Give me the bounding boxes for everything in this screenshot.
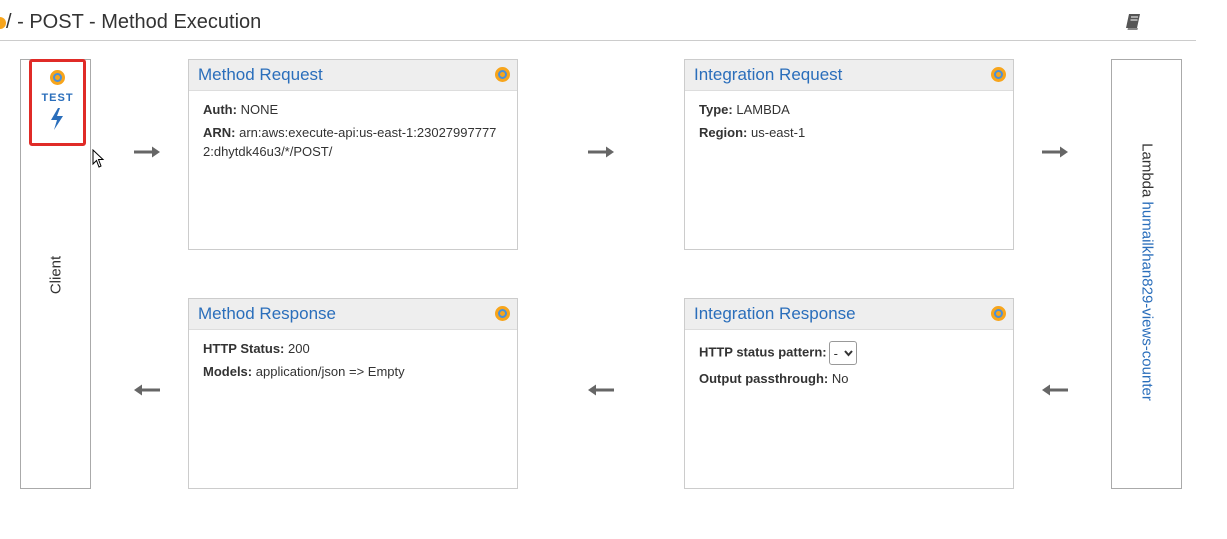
arn-label: ARN: [203,125,236,140]
test-button-label: TEST [41,92,74,104]
method-dot-icon [50,70,65,85]
integration-request-link[interactable]: Integration Request [694,65,842,85]
arrow-left-icon [134,384,160,396]
mouse-cursor-icon [92,149,105,168]
integration-response-card: Integration Response HTTP status pattern… [684,298,1014,489]
page-header: / - POST - Method Execution [0,8,1196,41]
chevron-down-icon [843,350,853,357]
integration-request-card: Integration Request Type: LAMBDA Region:… [684,59,1014,250]
lambda-label: Lambda humailkhan829-views-counter [1139,143,1156,401]
lambda-function-link[interactable]: humailkhan829-views-counter [1139,202,1156,401]
lightning-bolt-icon [51,108,63,130]
auth-value: NONE [240,102,279,117]
http-status-pattern-label: HTTP status pattern: [699,344,827,360]
method-response-link[interactable]: Method Response [198,304,336,324]
integration-response-header: Integration Response [685,299,1013,330]
method-response-card: Method Response HTTP Status: 200 Models:… [188,298,518,489]
arrow-right-icon [1042,146,1068,158]
http-status-label: HTTP Status: [203,341,285,356]
integration-request-header: Integration Request [685,60,1013,91]
models-label: Models: [203,364,253,379]
region-value: us-east-1 [751,125,806,140]
lambda-panel: Lambda humailkhan829-views-counter [1111,59,1182,489]
book-icon[interactable] [1124,12,1142,32]
arn-value: arn:aws:execute-api:us-east-1:2302799777… [203,125,497,159]
status-dot-icon [495,67,510,82]
page-title: / - POST - Method Execution [6,11,262,33]
test-button[interactable]: TEST [29,59,86,146]
method-response-header: Method Response [189,299,517,330]
status-dot-icon [495,306,510,321]
client-label: Client [47,255,65,295]
type-value: LAMBDA [736,102,790,117]
arrow-right-icon [134,146,160,158]
output-passthrough-label: Output passthrough: [699,371,829,386]
method-request-header: Method Request [189,60,517,91]
output-passthrough-value: No [831,371,849,386]
type-label: Type: [699,102,733,117]
integration-response-link[interactable]: Integration Response [694,304,856,324]
lambda-prefix: Lambda [1138,143,1156,198]
status-dot-icon [991,67,1006,82]
arrow-left-icon [1042,384,1068,396]
status-dot-icon [991,306,1006,321]
http-status-pattern-value: - [833,346,838,361]
region-label: Region: [699,125,748,140]
http-status-pattern-select[interactable]: - [828,341,857,365]
auth-label: Auth: [203,102,237,117]
http-status-value: 200 [288,341,310,356]
method-request-card: Method Request Auth: NONE ARN: arn:aws:e… [188,59,518,250]
arrow-right-icon [588,146,614,158]
arrow-left-icon [588,384,614,396]
method-request-link[interactable]: Method Request [198,65,323,85]
models-value: application/json => Empty [255,364,405,379]
